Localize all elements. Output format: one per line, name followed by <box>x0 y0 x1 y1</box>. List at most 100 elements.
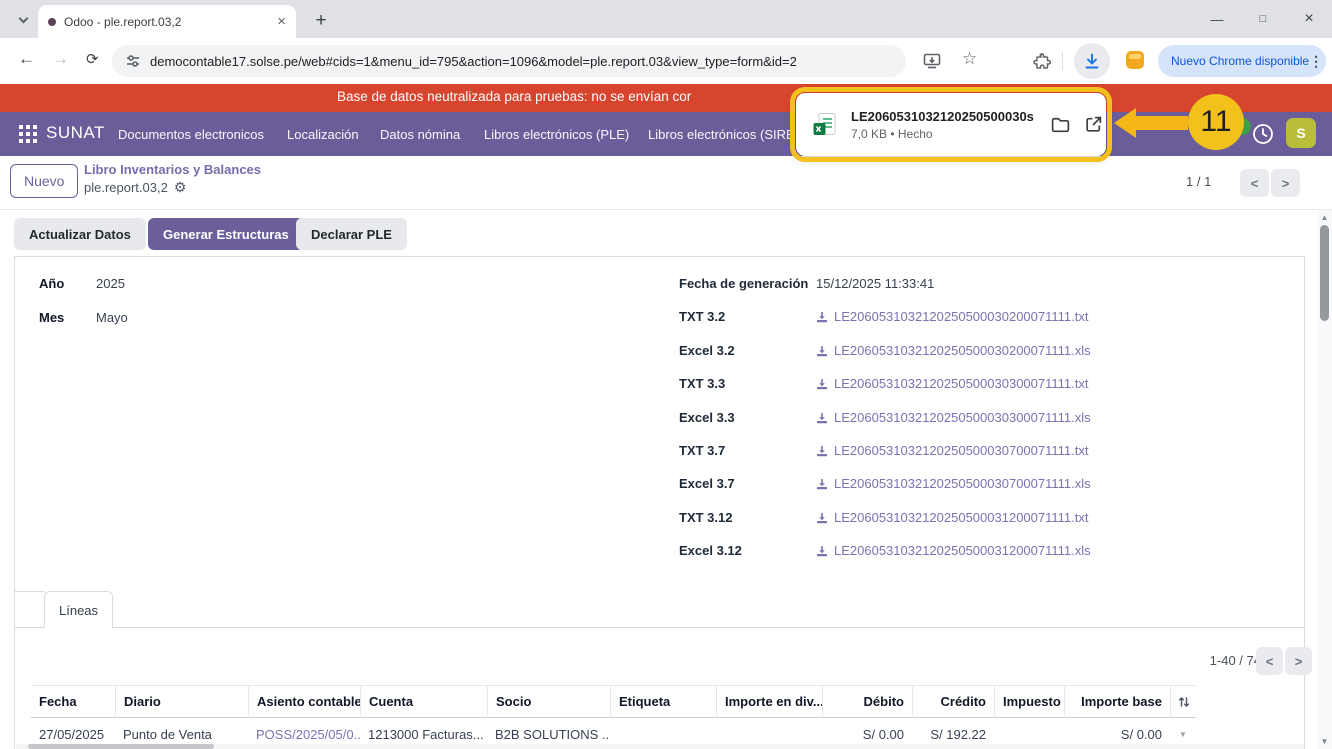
notebook-border <box>15 627 1304 628</box>
tab-search-button[interactable] <box>12 9 34 31</box>
col-header-debito[interactable]: Débito <box>822 685 912 718</box>
col-header-importe-divisa[interactable]: Importe en div... <box>716 685 822 718</box>
col-header-importe-base[interactable]: Importe base <box>1064 685 1170 718</box>
col-header-socio[interactable]: Socio <box>487 685 610 718</box>
breadcrumb-title[interactable]: Libro Inventarios y Balances <box>84 162 261 177</box>
lines-pager-prev-button[interactable]: < <box>1256 647 1283 675</box>
reload-icon[interactable]: ⟳ <box>86 50 99 68</box>
notebook-border <box>15 591 44 592</box>
col-header-impuesto[interactable]: Impuesto <box>994 685 1064 718</box>
cell-diario: Punto de Venta <box>123 726 212 742</box>
browser-tab[interactable]: Odoo - ple.report.03,2 × <box>38 5 296 38</box>
horizontal-scrollbar[interactable] <box>16 744 1304 749</box>
minimize-icon[interactable]: — <box>1194 0 1240 38</box>
scrollbar-thumb[interactable] <box>1320 225 1329 321</box>
month-value[interactable]: Mayo <box>96 310 128 325</box>
lines-pager-next-button[interactable]: > <box>1285 647 1312 675</box>
user-avatar[interactable]: S <box>1286 118 1316 148</box>
annotation-step-number: 11 <box>1188 94 1244 150</box>
file-download-link[interactable]: LE2060531032120250500030300071111.txt <box>816 376 1088 391</box>
new-record-button[interactable]: Nuevo <box>10 164 79 198</box>
cell-cuenta: 1213000 Facturas... <box>368 726 484 742</box>
browser-toolbar: ← → ⟳ democontable17.solse.pe/web#cids=1… <box>0 38 1332 84</box>
file-download-link[interactable]: LE2060531032120250500030300071111.xls <box>816 410 1091 425</box>
table-header-row: Fecha Diario Asiento contable Cuenta Soc… <box>31 685 1196 718</box>
nav-item-libros-electronicos-sire[interactable]: Libros electrónicos (SIRE <box>648 127 795 142</box>
browser-window: Odoo - ple.report.03,2 × + — □ × ← → ⟳ d… <box>0 0 1332 749</box>
cell-socio: B2B SOLUTIONS ... <box>495 726 610 742</box>
bookmark-star-icon[interactable]: ☆ <box>962 49 977 69</box>
col-header-cuenta[interactable]: Cuenta <box>360 685 487 718</box>
nav-item-datos-nomina[interactable]: Datos nómina <box>380 127 460 142</box>
back-icon[interactable]: ← <box>18 49 35 69</box>
generar-estructuras-button[interactable]: Generar Estructuras <box>148 218 304 250</box>
lines-table: Fecha Diario Asiento contable Cuenta Soc… <box>31 685 1196 749</box>
app-brand[interactable]: SUNAT <box>46 123 105 143</box>
tab-close-icon[interactable]: × <box>277 14 286 29</box>
col-header-diario[interactable]: Diario <box>115 685 248 718</box>
file-download-link[interactable]: LE2060531032120250500031200071111.txt <box>816 510 1088 525</box>
pager-prev-button[interactable]: < <box>1240 169 1269 197</box>
scrollbar-thumb[interactable] <box>28 744 214 749</box>
actualizar-datos-button[interactable]: Actualizar Datos <box>14 218 146 250</box>
download-popup[interactable]: LE2060531032120250500030s 7,0 KB • Hecho <box>796 93 1106 156</box>
col-header-etiqueta[interactable]: Etiqueta <box>610 685 716 718</box>
forward-icon[interactable]: → <box>52 49 69 69</box>
cell-debito: S/ 0.00 <box>862 726 904 742</box>
cell-asiento-link[interactable]: POSS/2025/05/0... <box>248 727 360 742</box>
year-value[interactable]: 2025 <box>96 276 125 291</box>
new-tab-button[interactable]: + <box>306 6 336 36</box>
activities-clock-icon[interactable] <box>1250 121 1276 147</box>
file-label: TXT 3.7 <box>679 443 726 458</box>
scroll-up-icon[interactable]: ▲ <box>1317 213 1332 222</box>
file-label: TXT 3.12 <box>679 510 733 525</box>
site-settings-icon[interactable] <box>125 53 141 69</box>
col-header-asiento[interactable]: Asiento contable <box>248 685 360 718</box>
breadcrumb: Libro Inventarios y Balances ple.report.… <box>84 162 261 196</box>
file-download-link[interactable]: LE2060531032120250500030200071111.xls <box>816 343 1091 358</box>
downloads-button[interactable] <box>1074 43 1110 79</box>
download-icon <box>817 478 827 489</box>
toolbar-divider <box>1062 52 1063 70</box>
scroll-down-icon[interactable]: ▼ <box>1317 737 1332 746</box>
form-sheet: Año 2025 Mes Mayo Fecha de generación 15… <box>14 256 1312 749</box>
declarar-ple-button[interactable]: Declarar PLE <box>296 218 407 250</box>
col-header-credito[interactable]: Crédito <box>912 685 994 718</box>
window-controls: — □ × <box>1194 0 1332 38</box>
open-file-icon[interactable] <box>1084 115 1103 134</box>
cell-importe-base: S/ 0.00 <box>1120 726 1162 742</box>
annotation-arrow <box>1114 108 1188 138</box>
vertical-scrollbar[interactable]: ▲ ▼ <box>1317 210 1332 749</box>
address-bar[interactable]: democontable17.solse.pe/web#cids=1&menu_… <box>112 45 906 77</box>
install-icon[interactable] <box>922 51 942 71</box>
file-label: TXT 3.2 <box>679 309 726 324</box>
file-label: Excel 3.7 <box>679 476 735 491</box>
file-download-link[interactable]: LE2060531032120250500030200071111.txt <box>816 309 1088 324</box>
extensions-icon[interactable] <box>1032 51 1052 71</box>
browser-menu-icon[interactable]: ⋮ <box>1309 53 1323 70</box>
file-download-link[interactable]: LE2060531032120250500031200071111.xls <box>816 543 1091 558</box>
lines-pager-label: 1-40 / 74 <box>1209 653 1261 668</box>
tab-lineas[interactable]: Líneas <box>44 591 114 628</box>
apps-grid-icon[interactable] <box>19 125 37 143</box>
chrome-update-pill[interactable]: Nuevo Chrome disponible ⋮ <box>1158 45 1326 77</box>
file-download-link[interactable]: LE2060531032120250500030700071111.txt <box>816 443 1088 458</box>
gear-icon[interactable]: ⚙ <box>174 179 187 196</box>
file-download-link[interactable]: LE2060531032120250500030700071111.xls <box>816 476 1091 491</box>
close-icon[interactable]: × <box>1286 0 1332 38</box>
url-text: democontable17.solse.pe/web#cids=1&menu_… <box>150 53 797 69</box>
nav-item-documentos-electronicos[interactable]: Documentos electronicos <box>118 127 264 142</box>
download-icon <box>817 512 827 523</box>
pager-next-button[interactable]: > <box>1271 169 1300 197</box>
nav-item-localizacion[interactable]: Localización <box>287 127 359 142</box>
nav-item-libros-electronicos-ple[interactable]: Libros electrónicos (PLE) <box>484 127 629 142</box>
optional-columns-button[interactable] <box>1170 685 1196 718</box>
show-in-folder-icon[interactable] <box>1050 114 1071 135</box>
tab-strip: Odoo - ple.report.03,2 × + — □ × <box>0 0 1332 38</box>
download-status: 7,0 KB • Hecho <box>851 127 933 141</box>
row-expand-caret-icon[interactable]: ▼ <box>1179 730 1187 739</box>
col-header-fecha[interactable]: Fecha <box>31 686 115 718</box>
cell-fecha: 27/05/2025 <box>39 726 105 742</box>
maximize-icon[interactable]: □ <box>1240 0 1286 38</box>
extension-badge-icon[interactable] <box>1126 51 1144 69</box>
